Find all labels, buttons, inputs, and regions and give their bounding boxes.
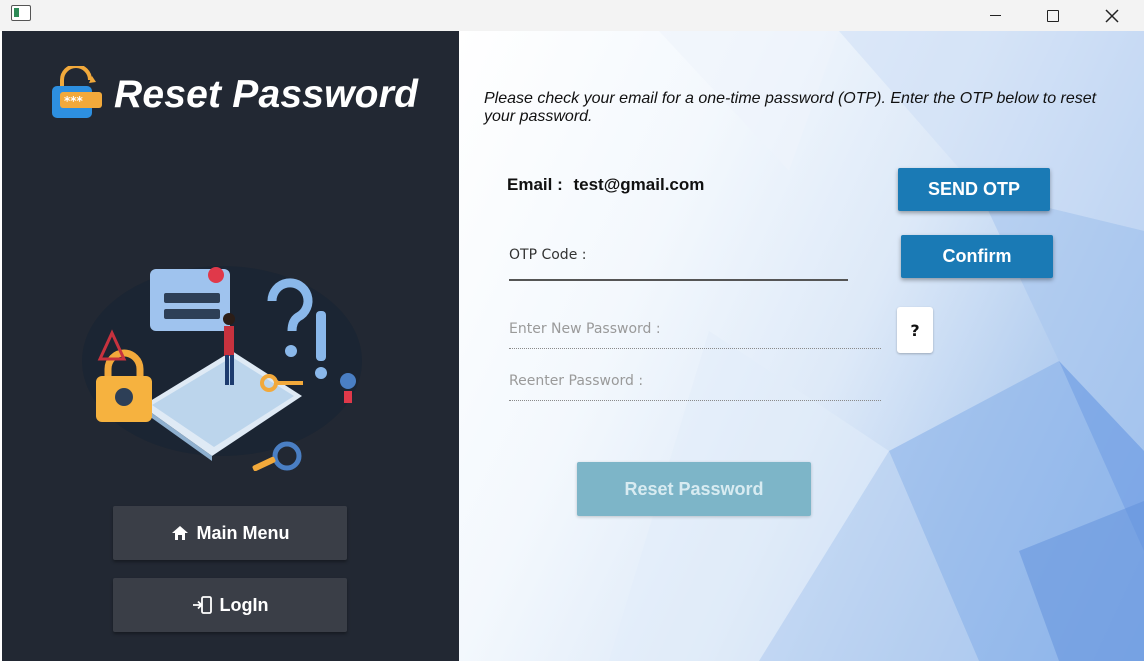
email-row: Email : test@gmail.com: [507, 175, 710, 195]
main-menu-label: Main Menu: [196, 522, 290, 543]
login-label: LogIn: [219, 594, 269, 615]
minimize-icon: [989, 14, 1001, 17]
reset-password-button[interactable]: Reset Password: [577, 462, 811, 516]
lock-password-icon: ***: [52, 66, 102, 118]
title-bar: [0, 0, 1144, 31]
close-button[interactable]: [1083, 0, 1141, 31]
login-button[interactable]: LogIn: [113, 578, 347, 632]
login-icon: [192, 596, 212, 614]
confirm-button[interactable]: Confirm: [901, 235, 1053, 278]
new-password-input[interactable]: Enter New Password :: [509, 321, 881, 349]
main-menu-button[interactable]: Main Menu: [113, 506, 347, 560]
reset-form-panel: Please check your email for a one-time p…: [459, 31, 1144, 661]
otp-input[interactable]: OTP Code :: [509, 247, 848, 281]
security-illustration: [82, 266, 362, 471]
email-label: Email :: [507, 175, 563, 194]
app-icon: [11, 5, 31, 21]
maximize-button[interactable]: [1024, 0, 1082, 31]
svg-text:***: ***: [64, 94, 84, 108]
minimize-button[interactable]: [966, 0, 1024, 31]
maximize-icon: [1047, 9, 1059, 22]
instructions-text: Please check your email for a one-time p…: [484, 90, 1097, 125]
sidebar: *** Reset Password Main Menu LogIn: [2, 31, 459, 661]
close-icon: [1105, 8, 1119, 23]
send-otp-button[interactable]: SEND OTP: [898, 168, 1050, 211]
password-help-button[interactable]: ?: [897, 307, 933, 353]
email-value: test@gmail.com: [573, 175, 705, 194]
reenter-password-input[interactable]: Reenter Password :: [509, 373, 881, 401]
home-icon: [171, 526, 188, 540]
page-title: Reset Password: [114, 73, 419, 116]
